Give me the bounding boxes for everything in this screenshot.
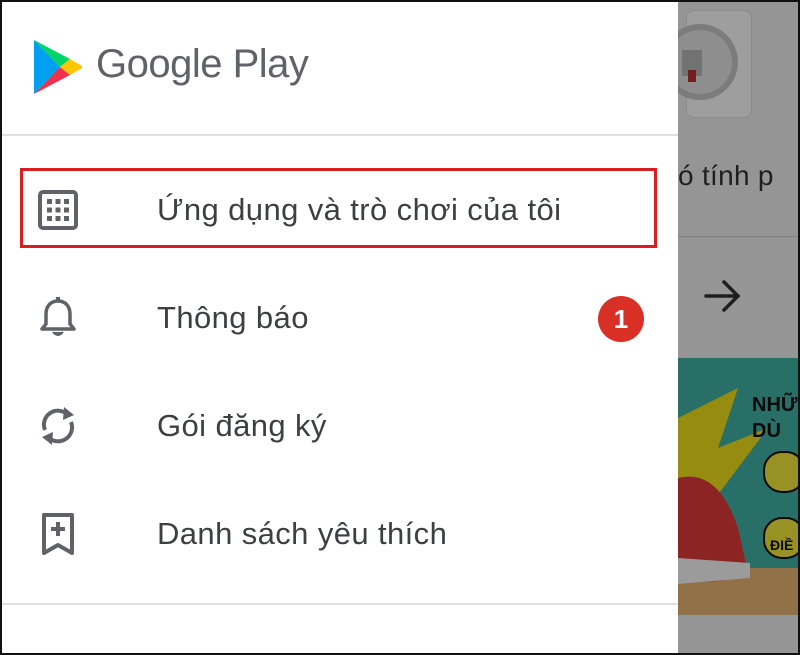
refresh-icon: [41, 407, 75, 445]
menu-item-label: Thông báo: [157, 300, 309, 335]
menu-item-subscriptions[interactable]: Gói đăng ký: [2, 380, 678, 470]
drawer-scrim[interactable]: [678, 0, 800, 655]
navigation-drawer: Google Play Ứng dụng và trò chơi của tôi…: [2, 2, 678, 653]
bell-icon: [40, 297, 76, 336]
menu-divider: [2, 603, 678, 605]
header-divider: [2, 134, 678, 136]
menu-item-notifications[interactable]: Thông báo 1: [2, 272, 678, 362]
google-play-logo-icon: [34, 40, 82, 94]
menu-item-wishlist[interactable]: Danh sách yêu thích: [2, 488, 678, 578]
apps-grid-icon: [38, 190, 78, 230]
notification-count-badge: 1: [598, 296, 644, 342]
menu-item-label: Ứng dụng và trò chơi của tôi: [157, 192, 562, 227]
menu-item-label: Gói đăng ký: [157, 408, 327, 443]
menu-item-my-apps-games[interactable]: Ứng dụng và trò chơi của tôi: [2, 164, 678, 254]
menu-item-label: Danh sách yêu thích: [157, 516, 448, 551]
google-play-brand-text: Google Play: [96, 42, 309, 86]
drawer-header: Google Play: [2, 2, 678, 136]
bookmark-plus-icon: [42, 513, 74, 555]
